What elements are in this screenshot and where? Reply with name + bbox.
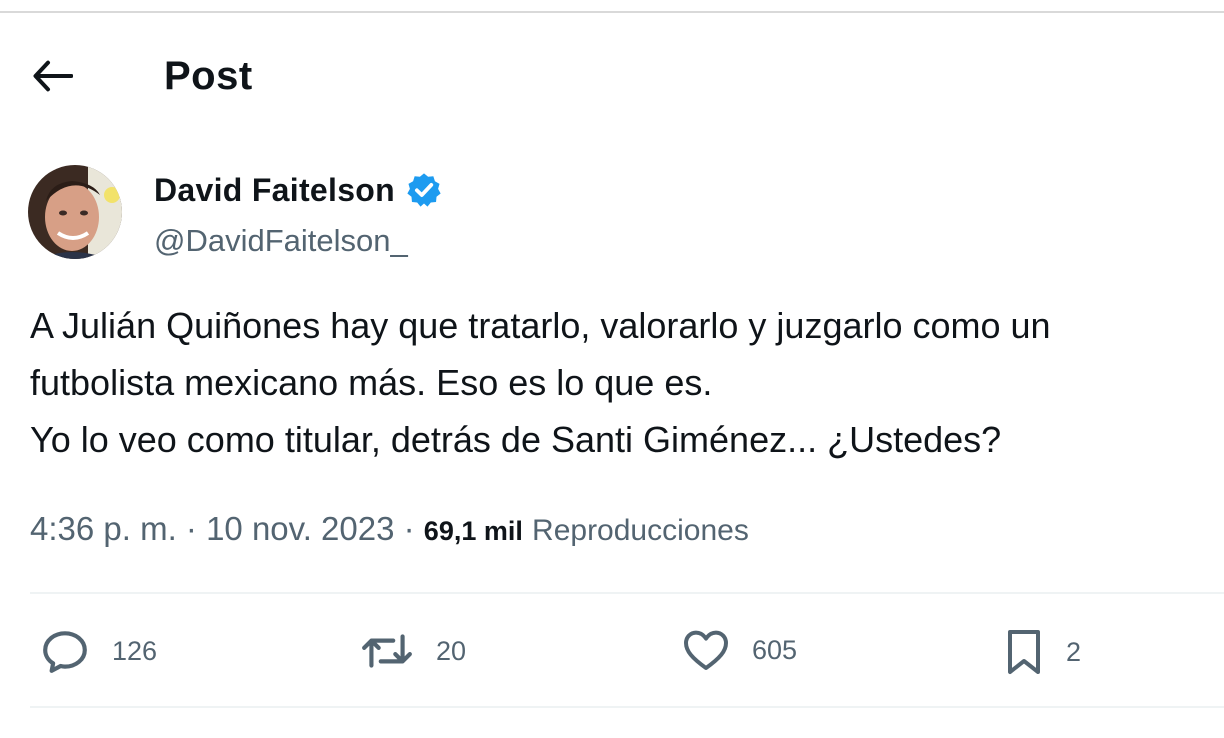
meta-separator: ·	[394, 510, 424, 547]
bookmark-count: 2	[1066, 636, 1082, 667]
repost-button[interactable]: 20	[360, 628, 466, 674]
views-count: 69,1 mil	[423, 516, 523, 546]
tweet-line: A Julián Quiñones hay que tratarlo, valo…	[30, 305, 1051, 346]
page-title: Post	[164, 54, 253, 98]
top-border	[0, 0, 1224, 13]
reply-count: 126	[112, 635, 158, 666]
like-button[interactable]: 605	[682, 628, 797, 672]
views-label: Reproducciones	[532, 514, 749, 547]
repost-icon	[362, 634, 412, 668]
arrow-left-icon	[33, 60, 73, 92]
avatar[interactable]	[28, 165, 122, 259]
meta-separator: ·	[176, 510, 207, 547]
display-name[interactable]: David Faitelson	[154, 172, 395, 209]
bookmark-button[interactable]: 2	[1004, 628, 1081, 676]
user-handle[interactable]: @DavidFaitelson_	[154, 223, 408, 259]
page-header: Post	[0, 40, 1224, 112]
divider	[30, 706, 1224, 708]
action-bar: 126 20 605 2	[0, 606, 1224, 700]
reply-icon	[43, 631, 87, 673]
verified-badge-icon	[405, 171, 443, 209]
reply-button[interactable]: 126	[40, 628, 157, 674]
tweet-line: futbolista mexicano más. Eso es lo que e…	[30, 362, 713, 403]
repost-count: 20	[436, 635, 467, 666]
divider	[30, 592, 1224, 594]
heart-icon	[684, 630, 728, 670]
post-date[interactable]: 10 nov. 2023	[206, 510, 394, 547]
tweet-line: Yo lo veo como titular, detrás de Santi …	[30, 419, 1002, 460]
post-time[interactable]: 4:36 p. m.	[30, 510, 177, 547]
like-count: 605	[752, 634, 798, 665]
author-block: David Faitelson @DavidFaitelson_	[28, 165, 1208, 265]
back-button[interactable]	[30, 56, 76, 96]
tweet-meta: 4:36 p. m. · 10 nov. 2023 · 69,1 mil Rep…	[30, 510, 749, 548]
tweet-text: A Julián Quiñones hay que tratarlo, valo…	[30, 297, 1210, 468]
bookmark-icon	[1008, 630, 1040, 674]
avatar-photo	[28, 165, 122, 259]
display-name-row: David Faitelson	[154, 171, 443, 209]
